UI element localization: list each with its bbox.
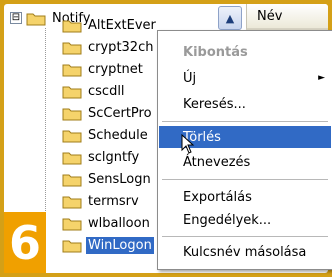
folder-icon bbox=[62, 216, 82, 231]
tree-item-label: sclgntfy bbox=[88, 149, 140, 165]
tree-item-altextever[interactable]: AltExtEver bbox=[62, 13, 158, 37]
step-badge: 6 bbox=[4, 212, 46, 273]
folder-icon bbox=[62, 40, 82, 55]
scroll-up-button[interactable]: ▲ bbox=[218, 6, 242, 30]
folder-icon bbox=[62, 238, 82, 253]
tree-item-crypt32ch[interactable]: crypt32ch bbox=[62, 35, 155, 59]
folder-icon bbox=[62, 150, 82, 165]
menu-separator bbox=[162, 179, 328, 180]
menu-item-label: Új bbox=[183, 70, 197, 86]
tree-item-label: cryptnet bbox=[88, 61, 143, 77]
tree-item-senslogn[interactable]: SensLogn bbox=[62, 167, 153, 191]
menu-item-new[interactable]: Új ► bbox=[159, 67, 331, 89]
menu-item-permissions[interactable]: Engedélyek... bbox=[159, 209, 331, 231]
tree-item-label: wlballoon bbox=[88, 215, 150, 231]
menu-separator bbox=[162, 121, 328, 122]
collapse-toggle[interactable]: ⊟ bbox=[10, 12, 22, 24]
folder-icon bbox=[62, 106, 82, 121]
folder-icon bbox=[62, 128, 82, 143]
folder-icon bbox=[62, 62, 82, 77]
folder-icon bbox=[62, 194, 82, 209]
tree-item-label: SensLogn bbox=[88, 171, 151, 187]
folder-icon bbox=[26, 11, 46, 26]
tree-item-termsrv[interactable]: termsrv bbox=[62, 189, 141, 213]
menu-item-find[interactable]: Keresés... bbox=[159, 93, 331, 115]
tree-item-label: ScCertPro bbox=[88, 105, 152, 121]
menu-item-copy-key-name[interactable]: Kulcsnév másolása bbox=[159, 241, 331, 263]
submenu-arrow-icon: ► bbox=[318, 73, 325, 83]
tree-item-winlogon[interactable]: WinLogon bbox=[62, 233, 154, 257]
tree-item-cryptnet[interactable]: cryptnet bbox=[62, 57, 145, 81]
menu-separator bbox=[162, 236, 328, 237]
tree-item-schedule[interactable]: Schedule bbox=[62, 123, 150, 147]
column-header-name[interactable]: Név bbox=[246, 4, 328, 30]
tree-item-label: cscdll bbox=[88, 83, 125, 99]
menu-item-export[interactable]: Exportálás bbox=[159, 186, 331, 208]
menu-item-expand[interactable]: Kibontás bbox=[159, 41, 331, 63]
tree-item-sccertpro[interactable]: ScCertPro bbox=[62, 101, 154, 125]
folder-icon bbox=[62, 172, 82, 187]
folder-icon bbox=[62, 84, 82, 99]
tree-item-sclgntfy[interactable]: sclgntfy bbox=[62, 145, 141, 169]
tree-item-wlballoon[interactable]: wlballoon bbox=[62, 211, 152, 235]
tree-item-cscdll[interactable]: cscdll bbox=[62, 79, 127, 103]
tree-item-label: termsrv bbox=[88, 193, 139, 209]
mouse-cursor-icon bbox=[181, 133, 195, 158]
tree-item-label: WinLogon bbox=[86, 236, 154, 254]
tree-item-label: crypt32ch bbox=[88, 39, 154, 55]
tree-item-label: Schedule bbox=[88, 127, 148, 143]
tree-item-label: AltExtEver bbox=[88, 17, 156, 33]
folder-icon bbox=[62, 18, 82, 33]
